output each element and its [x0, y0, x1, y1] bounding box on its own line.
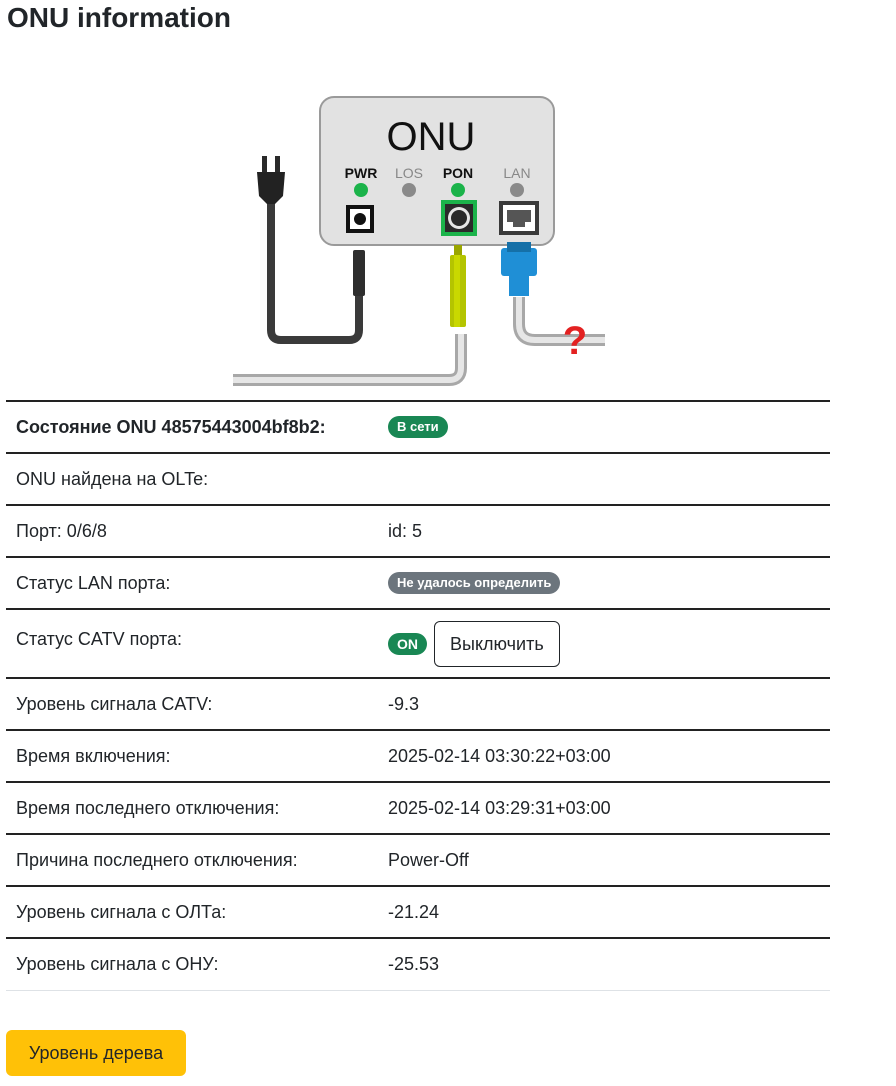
online-status-badge: В сети: [388, 416, 448, 439]
pwr-led: [354, 183, 368, 197]
last-down-value: 2025-02-14 03:29:31+03:00: [378, 781, 830, 834]
onu-found-label: ONU найдена на OLTe:: [6, 452, 378, 505]
table-row: Время последнего отключения: 2025-02-14 …: [6, 781, 830, 834]
lan-status-label: Статус LAN порта:: [6, 556, 378, 609]
power-plug-icon: [257, 156, 285, 204]
pon-connector-icon: [450, 245, 466, 327]
table-row: Статус CATV порта: ON Выключить: [6, 608, 830, 678]
lan-port-icon: [499, 201, 539, 235]
uptime-label: Время включения:: [6, 729, 378, 782]
onu-connection-diagram: ONU PWR LOS PON LAN ?: [233, 96, 605, 386]
lan-connector-icon: [501, 242, 537, 296]
table-row: Уровень сигнала с ОНУ: -25.53: [6, 937, 830, 991]
catv-level-value: -9.3: [378, 677, 830, 730]
power-port-icon: [346, 205, 374, 233]
onu-found-value: [378, 452, 830, 505]
onu-info-table: Состояние ONU 48575443004bf8b2: В сети O…: [6, 400, 830, 991]
catv-level-label: Уровень сигнала CATV:: [6, 677, 378, 730]
port-id-value: id: 5: [378, 504, 830, 557]
pon-port-icon: [441, 200, 477, 236]
pon-led: [451, 183, 465, 197]
lan-led: [510, 183, 524, 197]
device-label: ONU: [387, 115, 476, 159]
olt-signal-value: -21.24: [378, 885, 830, 938]
page-title: ONU information: [7, 2, 231, 33]
uptime-value: 2025-02-14 03:30:22+03:00: [378, 729, 830, 782]
table-row: Статус LAN порта: Не удалось определить: [6, 556, 830, 609]
table-row: Время включения: 2025-02-14 03:30:22+03:…: [6, 729, 830, 782]
down-reason-label: Причина последнего отключения:: [6, 833, 378, 886]
table-row: Состояние ONU 48575443004bf8b2: В сети: [6, 400, 830, 453]
table-row: Причина последнего отключения: Power-Off: [6, 833, 830, 886]
table-row: ONU найдена на OLTe:: [6, 452, 830, 505]
table-row: Порт: 0/6/8 id: 5: [6, 504, 830, 557]
catv-status-label: Статус CATV порта:: [6, 608, 378, 678]
los-led: [402, 183, 416, 197]
led-label-pwr: PWR: [345, 165, 378, 181]
port-label: Порт: 0/6/8: [6, 504, 378, 557]
power-connector-icon: [353, 250, 365, 296]
olt-signal-label: Уровень сигнала с ОЛТа:: [6, 885, 378, 938]
onu-state-label: Состояние ONU 48575443004bf8b2:: [16, 416, 326, 437]
last-down-label: Время последнего отключения:: [6, 781, 378, 834]
down-reason-value: Power-Off: [378, 833, 830, 886]
led-label-los: LOS: [395, 165, 423, 181]
question-mark: ?: [563, 319, 587, 363]
onu-signal-label: Уровень сигнала с ОНУ:: [6, 937, 378, 991]
led-label-pon: PON: [443, 165, 473, 181]
catv-status-badge: ON: [388, 632, 427, 655]
table-row: Уровень сигнала с ОЛТа: -21.24: [6, 885, 830, 938]
led-label-lan: LAN: [503, 165, 530, 181]
tree-level-button[interactable]: Уровень дерева: [6, 1030, 186, 1076]
table-row: Уровень сигнала CATV: -9.3: [6, 677, 830, 730]
catv-off-button[interactable]: Выключить: [434, 620, 560, 667]
onu-signal-value: -25.53: [378, 937, 830, 991]
lan-status-badge: Не удалось определить: [388, 572, 561, 595]
